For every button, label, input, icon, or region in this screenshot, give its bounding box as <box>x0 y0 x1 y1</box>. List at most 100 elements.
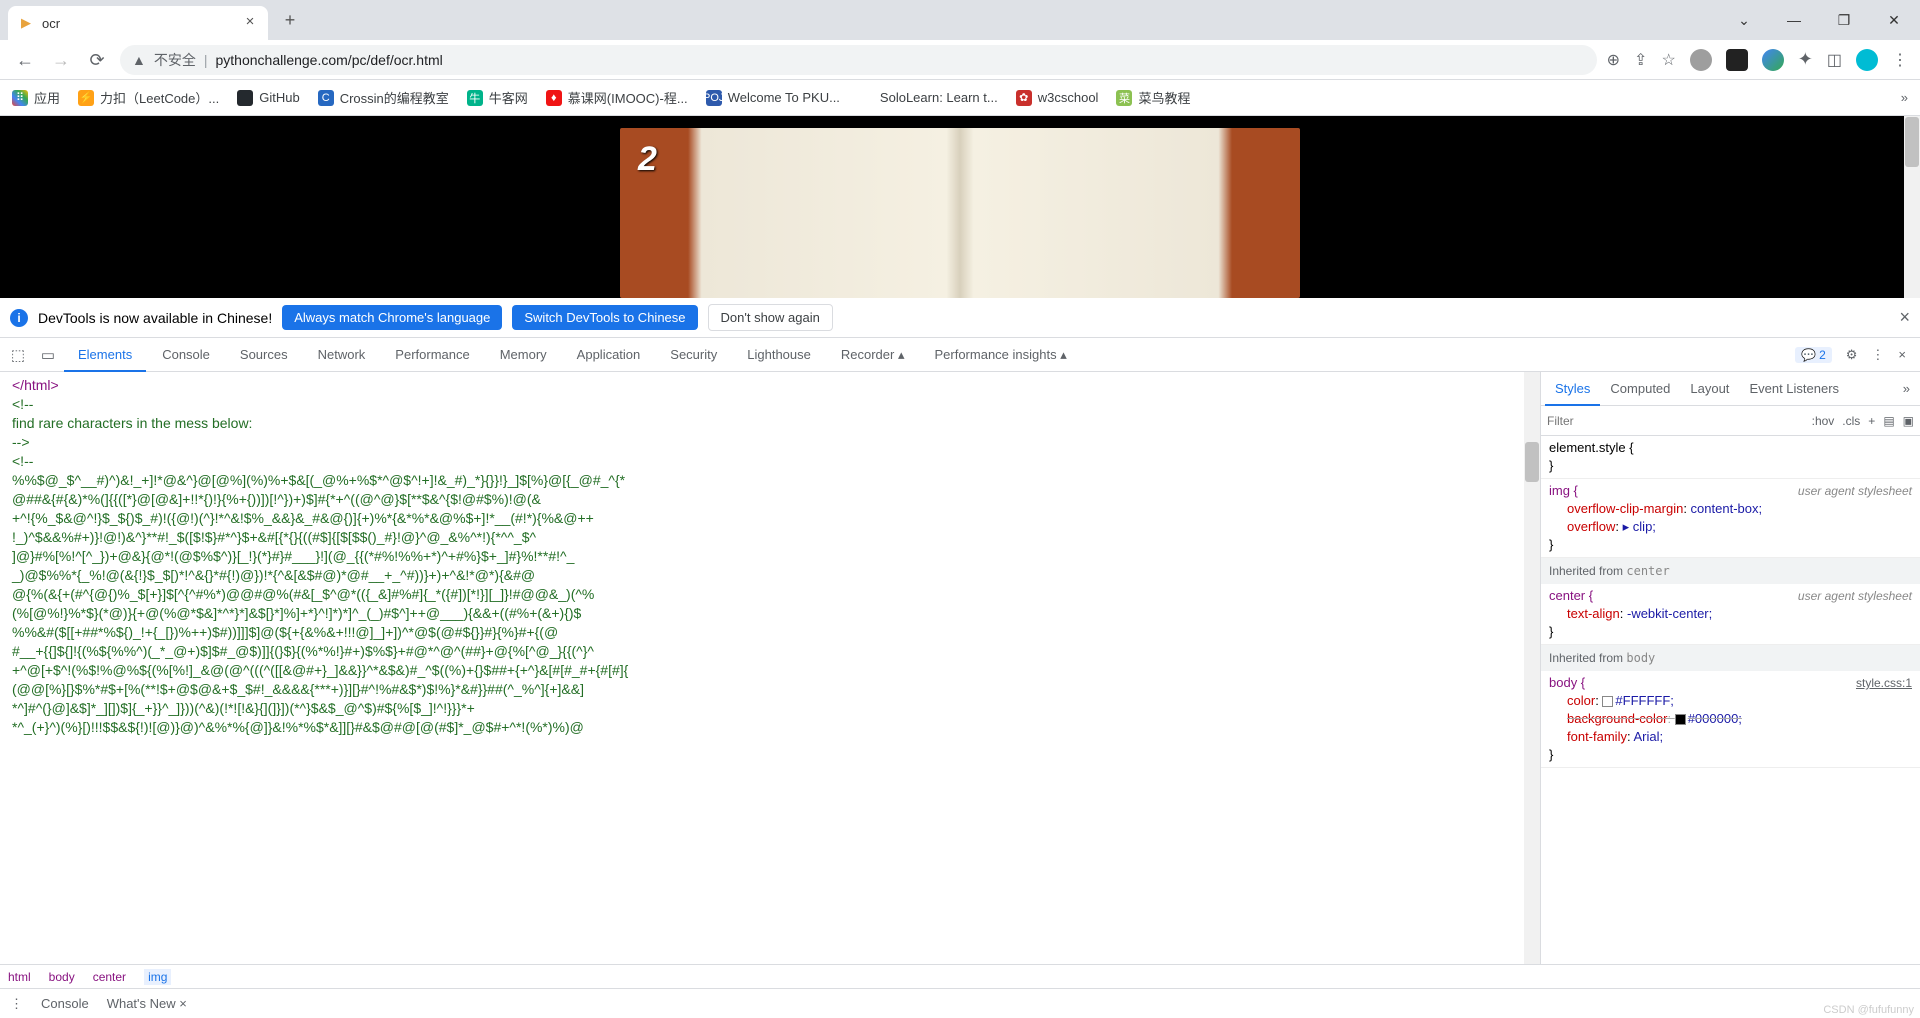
cls-toggle[interactable]: .cls <box>1842 414 1860 428</box>
breadcrumb-node[interactable]: body <box>49 970 75 984</box>
always-match-language-button[interactable]: Always match Chrome's language <box>282 305 502 330</box>
source-line[interactable]: %%&#($[[+##*%${)_!+{_[})%++)$#))]]]$]@($… <box>12 623 1528 642</box>
new-tab-button[interactable]: + <box>276 6 304 34</box>
source-line[interactable]: <!-- <box>12 395 1528 414</box>
drawer-whatsnew-tab[interactable]: What's New × <box>107 996 187 1011</box>
devtools-tab[interactable]: Network <box>304 338 380 372</box>
source-line[interactable]: *^]#^(}@]&$]*_][])$]{_+}}^_]}))(^&)(!*![… <box>12 699 1528 718</box>
source-line[interactable]: +^!{%_$&@^!}$_${)$_#)!({@!)(^}!*^&!$%_&&… <box>12 509 1528 528</box>
source-line[interactable]: --> <box>12 433 1528 452</box>
source-line[interactable]: </html> <box>12 376 1528 395</box>
devtools-tab[interactable]: Performance insights ▴ <box>920 338 1080 372</box>
drawer-menu-icon[interactable]: ⋮ <box>10 996 23 1012</box>
bookmark-item[interactable]: POJWelcome To PKU... <box>706 90 840 106</box>
breadcrumb-node[interactable]: center <box>93 970 126 984</box>
apps-shortcut[interactable]: ⠿ 应用 <box>12 88 60 107</box>
styles-overflow-icon[interactable]: » <box>1903 381 1916 396</box>
devtools-tab[interactable]: Memory <box>486 338 561 372</box>
source-line[interactable]: ]@}#%[%!^[^_})+@&}{@*!(@$%$^)}[_!}(*}#}#… <box>12 547 1528 566</box>
bookmark-item[interactable]: 菜菜鸟教程 <box>1116 88 1190 107</box>
menu-icon[interactable]: ⋮ <box>1892 50 1908 70</box>
switch-to-chinese-button[interactable]: Switch DevTools to Chinese <box>512 305 697 330</box>
devtools-tab[interactable]: Security <box>656 338 731 372</box>
devtools-tab[interactable]: Sources <box>226 338 302 372</box>
source-line[interactable]: @{%(&{+(#^{@{)%_$[+}]$[^{^#%*)@@#@%(#&[_… <box>12 585 1528 604</box>
style-rule[interactable]: img {user agent stylesheetoverflow-clip-… <box>1541 479 1920 558</box>
source-line[interactable]: *^_(+}^)(%}[)!!!$$&${!)![@)}@)^&%*%{@]}&… <box>12 718 1528 737</box>
whatsnew-close-icon[interactable]: × <box>179 996 187 1011</box>
source-line[interactable]: (%[@%!}%*$}(*@)}{+@(%@*$&]*^*}*]&$[}*]%]… <box>12 604 1528 623</box>
dont-show-again-button[interactable]: Don't show again <box>708 304 833 331</box>
devtools-tab[interactable]: Performance <box>381 338 483 372</box>
devtools-tab[interactable]: Console <box>148 338 224 372</box>
styles-filter-input[interactable] <box>1547 414 1804 428</box>
sidebar-toggle-icon[interactable]: ▣ <box>1903 414 1914 428</box>
source-line[interactable]: !_)^$&&%#+)}!@!)&^}**#!_$([$!$}#*^}$+&#[… <box>12 528 1528 547</box>
window-close-button[interactable]: ✕ <box>1872 5 1916 35</box>
devtools-tab[interactable]: Lighthouse <box>733 338 825 372</box>
styles-tab[interactable]: Layout <box>1680 372 1739 406</box>
source-line[interactable]: @##&{#{&)*%(]{{([*}@[@&]+!!*{)!}{%+{))])… <box>12 490 1528 509</box>
style-rule[interactable]: body {style.css:1color: #FFFFFF;backgrou… <box>1541 671 1920 768</box>
source-line[interactable]: +^@[+$^!(%$!%@%${(%[%!]_&@(@^(((^([[&@#+… <box>12 661 1528 680</box>
dom-breadcrumb[interactable]: html body center img <box>0 964 1920 988</box>
styles-tab[interactable]: Styles <box>1545 372 1600 406</box>
devtools-close-icon[interactable]: × <box>1898 347 1906 362</box>
style-rules-list[interactable]: element.style { } img {user agent styles… <box>1541 436 1920 964</box>
bookmark-item[interactable]: ♦慕课网(IMOOC)-程... <box>546 88 688 107</box>
new-style-rule-icon[interactable]: + <box>1868 414 1875 428</box>
devtools-tab[interactable]: Elements <box>64 338 146 372</box>
profile-avatar-icon[interactable] <box>1856 49 1878 71</box>
address-bar[interactable]: ▲ 不安全 | pythonchallenge.com/pc/def/ocr.h… <box>120 45 1597 75</box>
extension-icon[interactable] <box>1726 49 1748 71</box>
bookmark-item[interactable]: CCrossin的编程教室 <box>318 88 449 107</box>
source-line[interactable]: %%$@_$^__#)^)&!_+]!*@&^}@[@%](%)%+$&[(_@… <box>12 471 1528 490</box>
breadcrumb-node[interactable]: html <box>8 970 31 984</box>
style-rule[interactable]: center {user agent stylesheettext-align:… <box>1541 584 1920 645</box>
device-toggle-icon[interactable]: ▭ <box>34 346 62 364</box>
minimize-button[interactable]: — <box>1772 5 1816 35</box>
forward-button[interactable]: → <box>48 47 74 73</box>
breadcrumb-node[interactable]: img <box>144 969 171 985</box>
devtools-menu-icon[interactable]: ⋮ <box>1871 347 1884 363</box>
reload-button[interactable]: ⟳ <box>84 47 110 73</box>
inspect-element-icon[interactable]: ⬚ <box>4 346 32 364</box>
devtools-tab[interactable]: Recorder ▴ <box>827 338 919 372</box>
source-line[interactable]: _)@$%%*{_%!@(&{!}$_$[)*!^&{}*#{!)@})!*{^… <box>12 566 1528 585</box>
styles-tab[interactable]: Computed <box>1600 372 1680 406</box>
extension-icon[interactable] <box>1762 49 1784 71</box>
tab-search-icon[interactable]: ⌄ <box>1722 5 1766 35</box>
zoom-icon[interactable]: ⊕ <box>1607 50 1620 70</box>
source-line[interactable]: <!-- <box>12 452 1528 471</box>
bookmark-item[interactable]: ✿w3cschool <box>1016 90 1099 106</box>
back-button[interactable]: ← <box>12 47 38 73</box>
scrollbar-thumb[interactable] <box>1525 442 1539 482</box>
drawer-console-tab[interactable]: Console <box>41 996 89 1011</box>
devtools-tab[interactable]: Application <box>563 338 655 372</box>
browser-tab[interactable]: ▶ ocr × <box>8 6 268 40</box>
hov-toggle[interactable]: :hov <box>1812 414 1835 428</box>
computed-toggle-icon[interactable]: ▤ <box>1883 414 1894 428</box>
extensions-puzzle-icon[interactable]: ✦ <box>1798 49 1813 70</box>
scrollbar-thumb[interactable] <box>1905 117 1919 167</box>
tab-close-icon[interactable]: × <box>242 15 258 31</box>
styles-tab[interactable]: Event Listeners <box>1739 372 1849 406</box>
bookmark-item[interactable]: ⚡力扣（LeetCode）... <box>78 88 219 107</box>
bookmark-item[interactable]: 牛牛客网 <box>467 88 528 107</box>
source-line[interactable]: (@@[%}[}$%*#$+[%(**!$+@$@&+$_$#!_&&&&{**… <box>12 680 1528 699</box>
source-scrollbar[interactable] <box>1524 372 1540 964</box>
settings-gear-icon[interactable]: ⚙ <box>1846 347 1858 363</box>
maximize-button[interactable]: ❐ <box>1822 5 1866 35</box>
bookmark-star-icon[interactable]: ☆ <box>1661 50 1675 70</box>
banner-close-icon[interactable]: × <box>1899 307 1910 328</box>
bookmark-item[interactable]: GitHub <box>237 90 299 106</box>
source-line[interactable]: find rare characters in the mess below: <box>12 414 1528 433</box>
extension-icon[interactable] <box>1690 49 1712 71</box>
sidepanel-icon[interactable]: ◫ <box>1827 50 1842 70</box>
source-line[interactable]: #__+{{]${]!{(%${%%^)(_*_@+)$]$#_@$)]]{(}… <box>12 642 1528 661</box>
bookmarks-overflow-icon[interactable]: » <box>1901 90 1908 105</box>
elements-source-panel[interactable]: </html><!--find rare characters in the m… <box>0 372 1540 964</box>
page-scrollbar[interactable] <box>1904 116 1920 298</box>
issues-badge[interactable]: 💬2 <box>1795 347 1832 363</box>
share-icon[interactable]: ⇪ <box>1634 50 1647 70</box>
